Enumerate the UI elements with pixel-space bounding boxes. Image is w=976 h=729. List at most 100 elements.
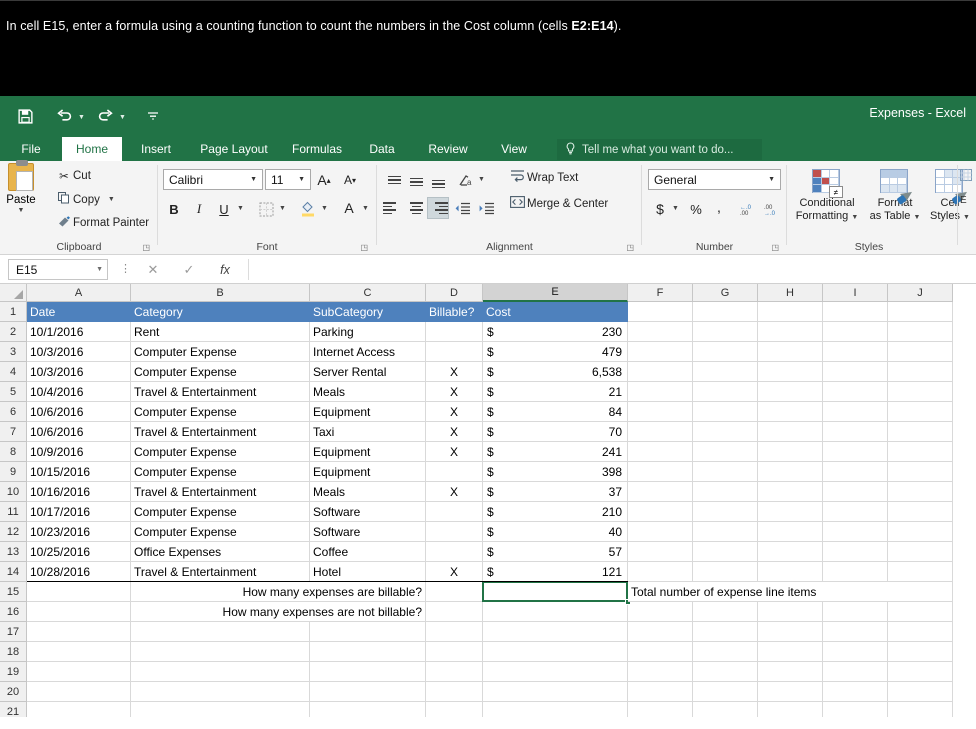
cell-B5[interactable]: Travel & Entertainment — [131, 382, 310, 402]
cell-B14[interactable]: Travel & Entertainment — [131, 562, 310, 582]
chevron-down-icon[interactable]: ▼ — [768, 176, 780, 183]
cell-D17[interactable] — [426, 622, 483, 642]
cell-A13[interactable]: 10/25/2016 — [27, 542, 131, 562]
row-header-5[interactable]: 5 — [0, 382, 27, 402]
cell-B3[interactable]: Computer Expense — [131, 342, 310, 362]
cell-A20[interactable] — [27, 682, 131, 702]
row-header-2[interactable]: 2 — [0, 322, 27, 342]
cell-F13[interactable] — [628, 542, 693, 562]
cell-I3[interactable] — [823, 342, 888, 362]
cell-C10[interactable]: Meals — [310, 482, 426, 502]
format-as-table-button[interactable]: Format as Table ▼ — [867, 165, 923, 224]
cell-A19[interactable] — [27, 662, 131, 682]
cell-J10[interactable] — [888, 482, 953, 502]
borders-dropdown-icon[interactable]: ▼ — [279, 205, 286, 212]
number-format-combo[interactable]: General ▼ — [648, 169, 781, 190]
cell-H9[interactable] — [758, 462, 823, 482]
header-cell-B1[interactable]: Category — [131, 302, 310, 322]
cell-H2[interactable] — [758, 322, 823, 342]
cell-E9[interactable]: $398 — [483, 462, 628, 482]
fill-color-dropdown-icon[interactable]: ▼ — [321, 205, 328, 212]
header-cell-E1[interactable]: Cost — [483, 302, 628, 322]
cell-F10[interactable] — [628, 482, 693, 502]
cell-H5[interactable] — [758, 382, 823, 402]
customize-quick-access-toolbar-icon[interactable] — [140, 104, 166, 128]
cell-C8[interactable]: Equipment — [310, 442, 426, 462]
cell-C2[interactable]: Parking — [310, 322, 426, 342]
column-header-j[interactable]: J — [888, 284, 953, 302]
cell-D21[interactable] — [426, 702, 483, 717]
cell-G5[interactable] — [693, 382, 758, 402]
cell-F3[interactable] — [628, 342, 693, 362]
cell-G6[interactable] — [693, 402, 758, 422]
format-painter-button[interactable]: Format Painter — [55, 215, 149, 230]
chevron-down-icon[interactable]: ▼ — [298, 176, 310, 183]
number-dialog-launcher[interactable]: ◳ — [771, 243, 779, 252]
cell-B6[interactable]: Computer Expense — [131, 402, 310, 422]
spreadsheet-grid[interactable]: ABCDEFGHIJ 12345678910111213141516171819… — [0, 284, 976, 717]
cell-H1[interactable] — [758, 302, 823, 322]
comma-format-icon[interactable]: , — [708, 196, 730, 218]
cell-F20[interactable] — [628, 682, 693, 702]
column-header-c[interactable]: C — [310, 284, 426, 302]
cell-I8[interactable] — [823, 442, 888, 462]
cell-I5[interactable] — [823, 382, 888, 402]
chevron-down-icon[interactable]: ▼ — [96, 266, 103, 273]
cell-F17[interactable] — [628, 622, 693, 642]
tab-file[interactable]: File — [12, 137, 50, 161]
cell-A2[interactable]: 10/1/2016 — [27, 322, 131, 342]
cell-B12[interactable]: Computer Expense — [131, 522, 310, 542]
cell-C12[interactable]: Software — [310, 522, 426, 542]
row-header-16[interactable]: 16 — [0, 602, 27, 622]
cell-H19[interactable] — [758, 662, 823, 682]
cell-H11[interactable] — [758, 502, 823, 522]
cell-D10[interactable]: X — [426, 482, 483, 502]
cell-E6[interactable]: $84 — [483, 402, 628, 422]
conditional-formatting-dropdown-icon[interactable]: ▼ — [851, 214, 858, 221]
save-icon[interactable] — [12, 104, 38, 128]
cell-D19[interactable] — [426, 662, 483, 682]
cell-E11[interactable]: $210 — [483, 502, 628, 522]
redo-dropdown-icon[interactable]: ▼ — [118, 113, 127, 122]
tab-insert[interactable]: Insert — [130, 137, 182, 161]
cell-E19[interactable] — [483, 662, 628, 682]
font-color-dropdown-icon[interactable]: ▼ — [362, 205, 369, 212]
cell-I12[interactable] — [823, 522, 888, 542]
cell-J14[interactable] — [888, 562, 953, 582]
cell-C14[interactable]: Hotel — [310, 562, 426, 582]
cell-E8[interactable]: $241 — [483, 442, 628, 462]
cell-D7[interactable]: X — [426, 422, 483, 442]
cell-B20[interactable] — [131, 682, 310, 702]
cell-I10[interactable] — [823, 482, 888, 502]
cell-H3[interactable] — [758, 342, 823, 362]
cell-I2[interactable] — [823, 322, 888, 342]
header-cell-A1[interactable]: Date — [27, 302, 131, 322]
cell-J13[interactable] — [888, 542, 953, 562]
cell-D11[interactable] — [426, 502, 483, 522]
cell-D2[interactable] — [426, 322, 483, 342]
chevron-down-icon[interactable]: ▼ — [250, 176, 262, 183]
cell-C19[interactable] — [310, 662, 426, 682]
cell-E7[interactable]: $70 — [483, 422, 628, 442]
cell-H8[interactable] — [758, 442, 823, 462]
cell-H13[interactable] — [758, 542, 823, 562]
underline-button[interactable]: U — [213, 198, 235, 220]
font-dialog-launcher[interactable]: ◳ — [360, 243, 368, 252]
cell-E2[interactable]: $230 — [483, 322, 628, 342]
cell-B2[interactable]: Rent — [131, 322, 310, 342]
cell-E10[interactable]: $37 — [483, 482, 628, 502]
cell-J12[interactable] — [888, 522, 953, 542]
cell-E17[interactable] — [483, 622, 628, 642]
cell-G21[interactable] — [693, 702, 758, 717]
cell-A11[interactable]: 10/17/2016 — [27, 502, 131, 522]
cell-F16[interactable] — [628, 602, 693, 622]
cell-A5[interactable]: 10/4/2016 — [27, 382, 131, 402]
name-box[interactable]: E15 ▼ — [8, 259, 108, 280]
cell-H4[interactable] — [758, 362, 823, 382]
wrap-text-button[interactable]: Wrap Text — [507, 169, 578, 186]
column-header-h[interactable]: H — [758, 284, 823, 302]
cell-A8[interactable]: 10/9/2016 — [27, 442, 131, 462]
cell-G11[interactable] — [693, 502, 758, 522]
align-left-icon[interactable] — [383, 197, 405, 219]
italic-button[interactable]: I — [188, 198, 210, 220]
